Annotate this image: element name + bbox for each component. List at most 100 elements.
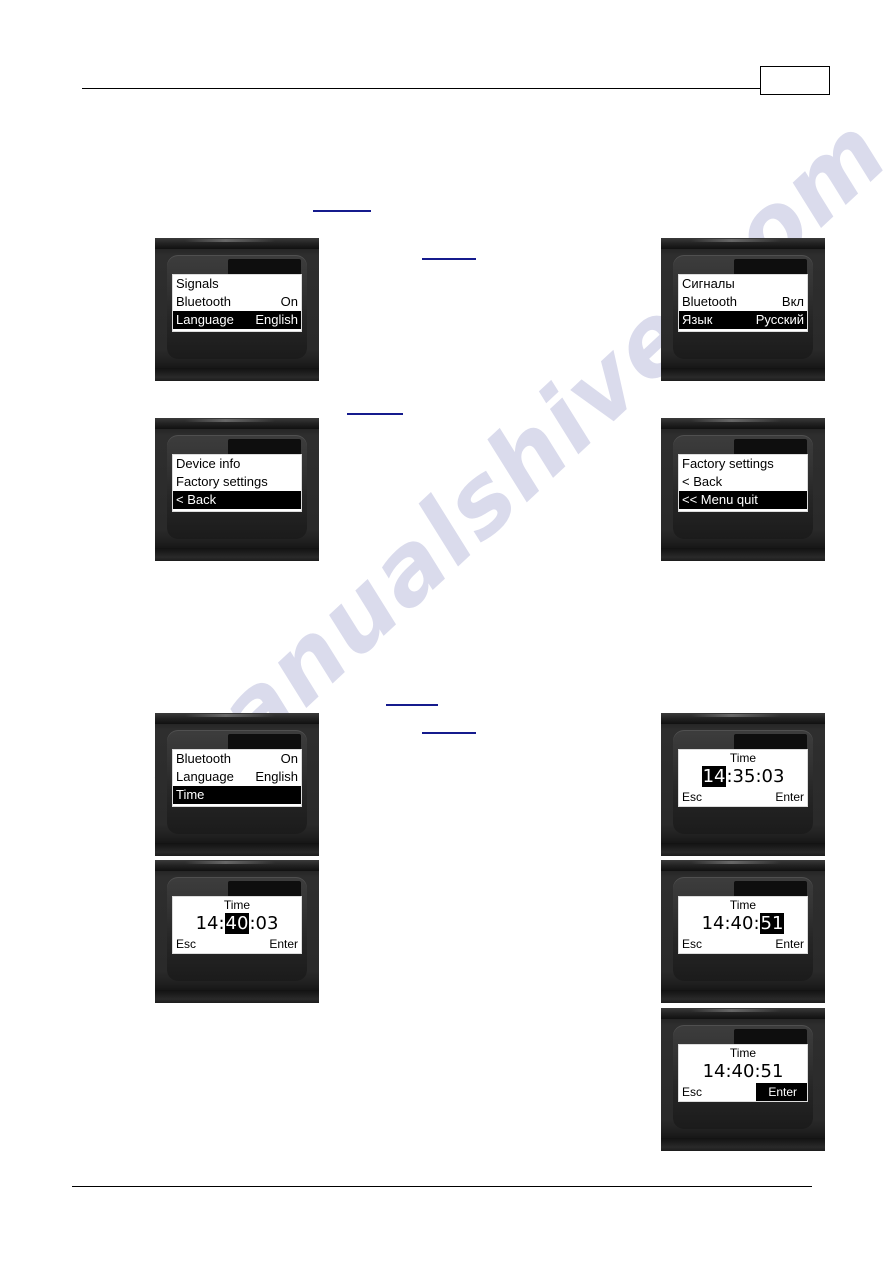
- time-separator: :: [753, 913, 760, 934]
- enter-softkey[interactable]: Enter: [756, 1083, 807, 1101]
- enter-softkey[interactable]: Enter: [269, 935, 298, 953]
- menu-item[interactable]: Language English: [173, 768, 301, 786]
- device-screenshot-time-edit-hours: Time 14:35:03 Esc Enter: [661, 713, 825, 856]
- menu-item[interactable]: Сигналы: [679, 275, 807, 293]
- device-case-bottom: [661, 368, 825, 381]
- menu-item-value: English: [255, 312, 298, 327]
- enter-softkey[interactable]: Enter: [775, 788, 804, 806]
- header-rule: [82, 88, 782, 89]
- menu-item-label: Сигналы: [682, 276, 735, 291]
- device-case-top: [661, 1008, 825, 1019]
- cross-reference-link-4[interactable]: [386, 704, 438, 706]
- menu-item-label: < Back: [176, 492, 217, 507]
- lcd-screen: Time 14:40:03 Esc Enter: [172, 896, 302, 954]
- device-case-bottom: [155, 990, 319, 1003]
- time-field-minutes[interactable]: 40: [732, 1061, 755, 1082]
- cross-reference-link-2[interactable]: [422, 258, 476, 260]
- cross-reference-link-3[interactable]: [347, 413, 403, 415]
- time-field-hours[interactable]: 14: [702, 913, 725, 934]
- softkey-bar: Esc Enter: [679, 788, 807, 806]
- menu-item-selected[interactable]: < Back: [173, 491, 301, 509]
- menu-item[interactable]: Bluetooth Вкл: [679, 293, 807, 311]
- device-case-top: [661, 860, 825, 871]
- menu-item-label: < Back: [682, 474, 723, 489]
- enter-softkey[interactable]: Enter: [775, 935, 804, 953]
- menu-item-label: Factory settings: [682, 456, 774, 471]
- cross-reference-link-5[interactable]: [422, 732, 476, 734]
- menu-item-label: Language: [176, 769, 234, 784]
- device-screenshot-time-edit-seconds: Time 14:40:51 Esc Enter: [661, 860, 825, 1003]
- menu-item-value: Вкл: [781, 294, 804, 309]
- device-screenshot-menu-quit-en: Factory settings < Back << Menu quit: [661, 418, 825, 561]
- time-field-minutes[interactable]: 40: [224, 913, 250, 934]
- menu-item[interactable]: Factory settings: [173, 473, 301, 491]
- esc-softkey[interactable]: Esc: [682, 788, 702, 806]
- time-separator: :: [218, 913, 225, 934]
- device-case-bottom: [155, 843, 319, 856]
- device-screenshot-time-edit-minutes: Time 14:40:03 Esc Enter: [155, 860, 319, 1003]
- time-field-hours[interactable]: 14: [196, 913, 219, 934]
- device-case-bottom: [155, 368, 319, 381]
- menu-item-label: Bluetooth: [176, 751, 231, 766]
- time-field-minutes[interactable]: 35: [733, 766, 756, 787]
- time-field-minutes[interactable]: 40: [731, 913, 754, 934]
- time-value[interactable]: 14:40:03: [173, 913, 301, 935]
- cross-reference-link-1[interactable]: [313, 210, 371, 212]
- esc-softkey[interactable]: Esc: [682, 935, 702, 953]
- menu-item[interactable]: < Back: [679, 473, 807, 491]
- device-case-top: [661, 238, 825, 249]
- device-case-top: [155, 860, 319, 871]
- time-value[interactable]: 14:40:51: [679, 913, 807, 935]
- screen-title: Time: [729, 1046, 757, 1060]
- menu-item[interactable]: Bluetooth On: [173, 293, 301, 311]
- screen-title: Time: [729, 898, 757, 912]
- time-field-hours[interactable]: 14: [703, 1061, 726, 1082]
- device-case-bottom: [661, 548, 825, 561]
- device-screenshot-menu-back-en: Device info Factory settings < Back: [155, 418, 319, 561]
- document-page: manualshive.com Signals Bluetooth On Langua…: [0, 0, 893, 1263]
- menu-item-label: Bluetooth: [682, 294, 737, 309]
- time-value[interactable]: 14:35:03: [679, 766, 807, 788]
- menu-item[interactable]: Bluetooth On: [173, 750, 301, 768]
- menu-item-value: On: [280, 294, 298, 309]
- menu-item-label: Language: [176, 312, 234, 327]
- time-field-seconds[interactable]: 03: [762, 766, 785, 787]
- device-screenshot-settings-menu-en: Signals Bluetooth On Language English: [155, 238, 319, 381]
- time-field-seconds[interactable]: 51: [759, 913, 785, 934]
- device-screenshot-time-confirm-enter: Time 14:40:51 Esc Enter: [661, 1008, 825, 1151]
- screen-title: Time: [223, 898, 251, 912]
- time-field-seconds[interactable]: 51: [761, 1061, 784, 1082]
- device-case-top: [155, 418, 319, 429]
- menu-item-label: Device info: [176, 456, 241, 471]
- lcd-screen: Signals Bluetooth On Language English: [172, 274, 302, 332]
- time-value[interactable]: 14:40:51: [679, 1061, 807, 1083]
- menu-item-selected[interactable]: Time: [173, 786, 301, 804]
- menu-item-selected[interactable]: Язык Русский: [679, 311, 807, 329]
- lcd-screen: Factory settings < Back << Menu quit: [678, 454, 808, 512]
- menu-item-value: Русский: [755, 312, 804, 327]
- lcd-screen: Bluetooth On Language English Time: [172, 749, 302, 807]
- menu-item-selected[interactable]: << Menu quit: [679, 491, 807, 509]
- footer-rule: [72, 1186, 812, 1187]
- menu-item[interactable]: Factory settings: [679, 455, 807, 473]
- menu-item[interactable]: Device info: [173, 455, 301, 473]
- menu-item-value: On: [280, 751, 298, 766]
- lcd-screen: Time 14:40:51 Esc Enter: [678, 896, 808, 954]
- softkey-bar: Esc Enter: [173, 935, 301, 953]
- time-field-hours[interactable]: 14: [701, 766, 727, 787]
- lcd-screen: Time 14:40:51 Esc Enter: [678, 1044, 808, 1102]
- device-screenshot-settings-time-entry: Bluetooth On Language English Time: [155, 713, 319, 856]
- screen-title: Time: [729, 751, 757, 765]
- esc-softkey[interactable]: Esc: [682, 1083, 702, 1101]
- softkey-bar: Esc Enter: [679, 1083, 807, 1101]
- device-case-bottom: [661, 1138, 825, 1151]
- menu-item-label: Signals: [176, 276, 219, 291]
- device-case-bottom: [155, 548, 319, 561]
- menu-item-label: << Menu quit: [682, 492, 758, 507]
- menu-item[interactable]: Signals: [173, 275, 301, 293]
- device-case-top: [155, 238, 319, 249]
- time-field-seconds[interactable]: 03: [256, 913, 279, 934]
- esc-softkey[interactable]: Esc: [176, 935, 196, 953]
- menu-item-selected[interactable]: Language English: [173, 311, 301, 329]
- menu-item-label: Bluetooth: [176, 294, 231, 309]
